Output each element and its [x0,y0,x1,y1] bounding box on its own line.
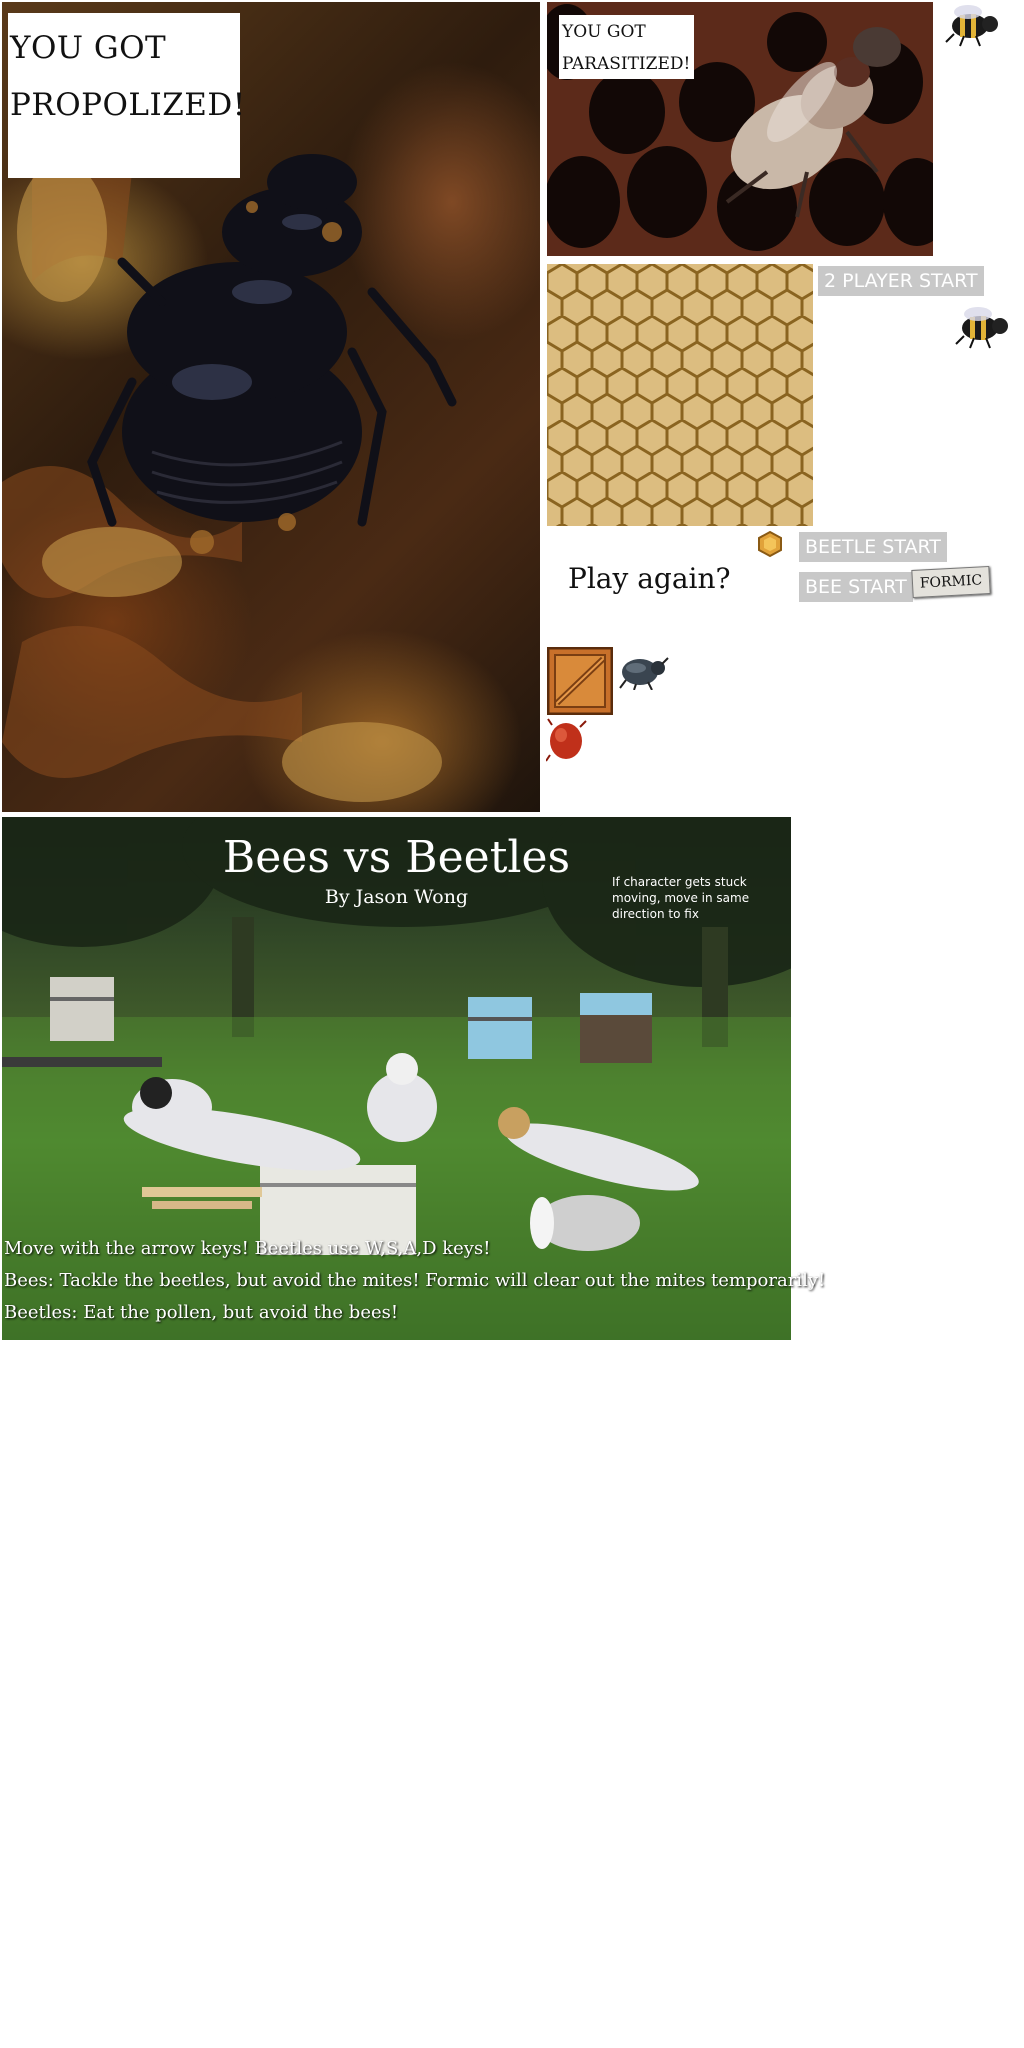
pollen-sprite [758,530,782,558]
propolized-message: YOU GOT PROPOLIZED! [10,30,246,123]
parasitized-message: YOU GOT PARASITIZED! [562,22,691,74]
beetle-sprite [619,657,669,690]
stuck-movement-hint: If character gets stuck moving, move in … [612,875,750,921]
formic-powerup: FORMIC [911,565,991,599]
instruction-bees: Bees: Tackle the beetles, but avoid the … [4,1270,826,1291]
bee-sprite-2 [955,307,1008,349]
honeycomb-background-tile [547,264,813,526]
two-player-start-button[interactable]: 2 PLAYER START [818,266,984,296]
instruction-beetles: Beetles: Eat the pollen, but avoid the b… [4,1302,399,1323]
mite-sprite [546,718,587,762]
bee-start-button[interactable]: BEE START [799,572,913,602]
crate-sprite [547,647,613,715]
instruction-controls: Move with the arrow keys! Beetles use W,… [4,1238,491,1259]
bee-sprite [945,5,998,47]
beetle-start-button[interactable]: BEETLE START [799,532,947,562]
play-again-button[interactable]: Play again? [568,562,731,595]
